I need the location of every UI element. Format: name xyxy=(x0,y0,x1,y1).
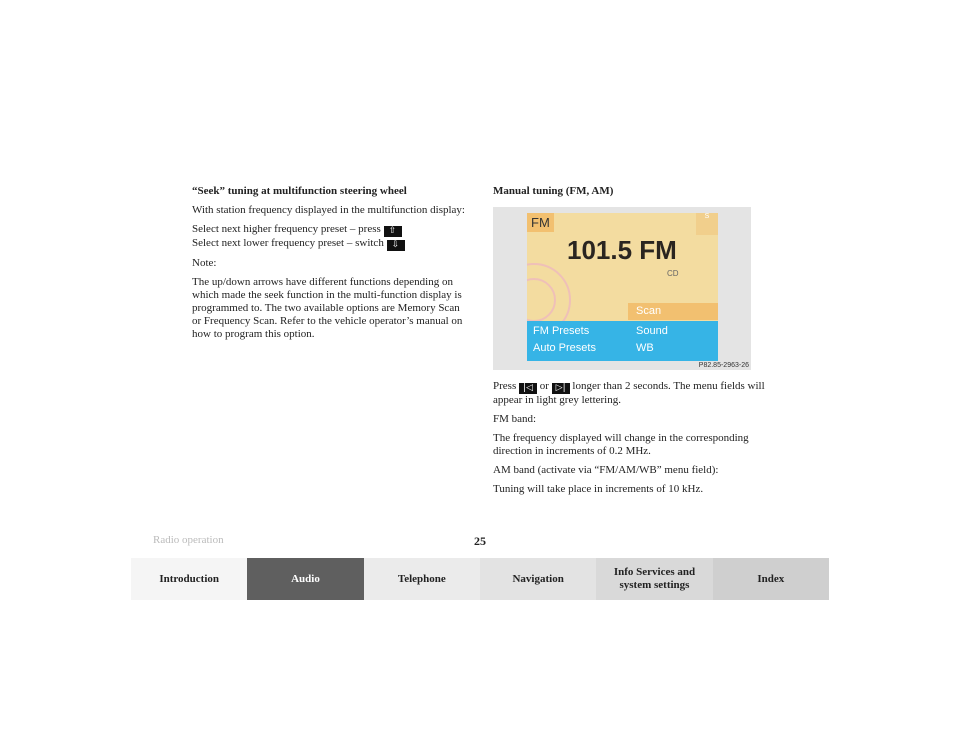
skip-back-icon: |◁ xyxy=(518,383,537,394)
skip-forward-icon: ▷| xyxy=(551,383,570,394)
tab-label: Info Services and system settings xyxy=(613,566,696,591)
band-label: FM xyxy=(527,213,554,232)
right-column: Manual tuning (FM, AM) xyxy=(493,185,768,204)
up-arrow-icon: ⇧ xyxy=(383,226,402,237)
tab-label: Telephone xyxy=(397,572,446,585)
tab-audio[interactable]: Audio xyxy=(247,558,364,600)
menu-fields: FM Presets Sound Auto Presets WB xyxy=(527,321,718,361)
fm-band-label: FM band: xyxy=(493,413,537,425)
tab-label: Index xyxy=(757,572,785,585)
frequency: 101.5 FM xyxy=(567,235,677,265)
tab-label: Navigation xyxy=(512,572,564,585)
left-column: “Seek” tuning at multifunction steering … xyxy=(192,185,467,347)
fm-band-text: The frequency displayed will change in t… xyxy=(493,432,749,457)
tab-label: Introduction xyxy=(159,572,220,585)
radio-display-figure: FM S 101.5 FM CD Scan FM Presets Sound A… xyxy=(493,207,751,370)
tab-index[interactable]: Index xyxy=(712,558,829,600)
cd-label: CD xyxy=(667,269,679,278)
am-band-text: Tuning will take place in increments of … xyxy=(493,483,704,495)
sound-field: Sound xyxy=(636,325,668,337)
wb-field: WB xyxy=(636,342,654,354)
tab-info-services[interactable]: Info Services and system settings xyxy=(596,558,713,600)
note-label: Note: xyxy=(192,257,217,269)
chapter-nav: Introduction Audio Telephone Navigation … xyxy=(131,558,829,600)
auto-presets-field: Auto Presets xyxy=(533,342,596,354)
tab-introduction[interactable]: Introduction xyxy=(131,558,248,600)
lower-text: Select next lower frequency preset – swi… xyxy=(192,237,384,249)
press-text: Press xyxy=(493,380,517,392)
down-arrow-icon: ⇩ xyxy=(386,240,405,251)
signal-icon: S xyxy=(696,213,718,235)
manual-heading: Manual tuning (FM, AM) xyxy=(493,185,614,197)
display-screen: FM S 101.5 FM CD Scan FM Presets Sound A… xyxy=(527,213,718,361)
right-column-text: Press |◁ or ▷| longer than 2 seconds. Th… xyxy=(493,380,768,502)
page-number: 25 xyxy=(474,534,486,548)
tab-label: Audio xyxy=(291,572,320,585)
figure-code: P82.85-2963-26 xyxy=(698,362,749,369)
or-text: or xyxy=(539,380,549,392)
scan-field: Scan xyxy=(628,303,718,320)
note-text: The up/down arrows have different functi… xyxy=(192,276,463,340)
tab-navigation[interactable]: Navigation xyxy=(479,558,597,600)
seek-heading: “Seek” tuning at multifunction steering … xyxy=(192,185,407,197)
higher-text: Select next higher frequency preset – pr… xyxy=(192,223,381,235)
tab-telephone[interactable]: Telephone xyxy=(363,558,480,600)
fm-presets-field: FM Presets xyxy=(533,325,590,337)
intro-text: With station frequency displayed in the … xyxy=(192,204,465,216)
am-band-label: AM band (activate via “FM/AM/WB” menu fi… xyxy=(493,464,719,476)
section-title: Radio operation xyxy=(153,534,224,546)
